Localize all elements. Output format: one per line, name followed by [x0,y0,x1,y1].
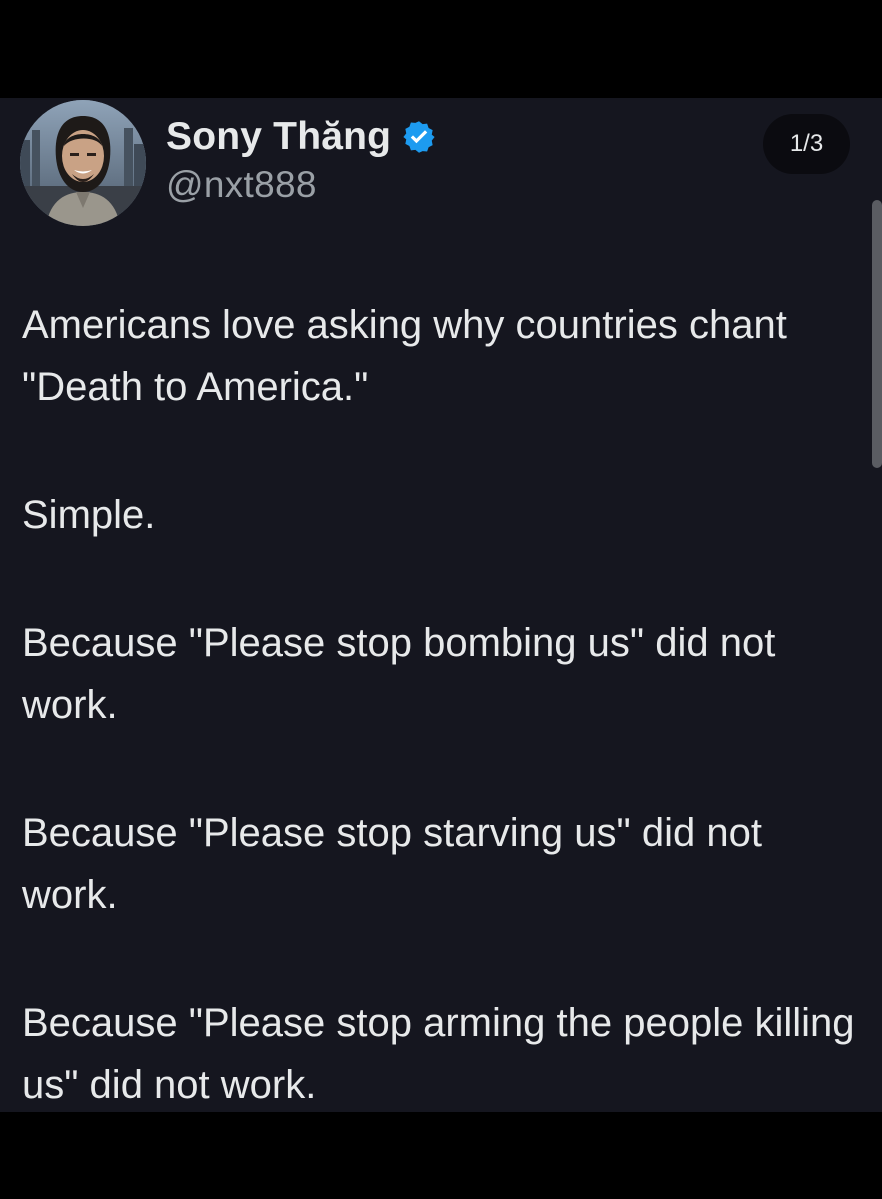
display-name[interactable]: Sony Thăng [166,115,391,159]
tweet-paragraph: Because "Please stop arming the people k… [22,1001,855,1107]
avatar[interactable] [20,100,146,226]
tweet-text: Americans love asking why countries chan… [22,294,862,1112]
author-handle[interactable]: @nxt888 [166,164,317,206]
tweet-paragraph: Americans love asking why countries chan… [22,303,787,409]
page-indicator-badge: 1/3 [763,114,850,174]
scrollbar[interactable] [872,200,882,468]
verified-badge-icon [401,119,437,155]
tweet-paragraph: Because "Please stop starving us" did no… [22,811,762,917]
author-row[interactable]: Sony Thăng [166,112,437,162]
tweet-card[interactable]: Sony Thăng @nxt888 1/3 Americans love as… [0,98,882,1112]
tweet-paragraph: Because "Please stop bombing us" did not… [22,621,776,727]
avatar-image [20,100,146,226]
tweet-paragraph: Simple. [22,493,156,537]
